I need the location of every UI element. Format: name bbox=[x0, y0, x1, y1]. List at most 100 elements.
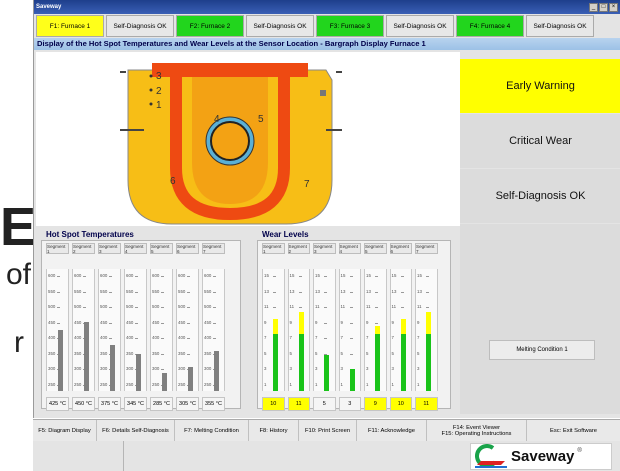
tick-mark bbox=[187, 291, 190, 293]
f14-f15-button[interactable]: F14: Event Viewer F15: Operating Instruc… bbox=[427, 420, 527, 441]
esc-exit-software-button[interactable]: Esc: Exit Software bbox=[527, 420, 620, 441]
scale-tick: 9 bbox=[289, 319, 292, 325]
tick-mark bbox=[135, 322, 138, 324]
tick-mark bbox=[109, 276, 112, 277]
scale-tick: 7 bbox=[340, 335, 343, 340]
segment-header: Segment 3 bbox=[98, 243, 121, 254]
segment-header: Segment 2 bbox=[72, 243, 95, 254]
wear-column-3: Segment 3 15 13 11 9 7 5 3 1 5 bbox=[313, 243, 336, 411]
screen: E of r Saveway _ □ × F1: Furnace 1 Self-… bbox=[0, 0, 620, 471]
furnace-cross-section: 3 2 1 4 5 6 7 bbox=[120, 63, 342, 225]
self-diagnosis-indicator[interactable]: Self-Diagnosis OK bbox=[460, 169, 620, 223]
sensor-label-2: 2 bbox=[156, 86, 162, 97]
maximize-icon[interactable]: □ bbox=[599, 2, 608, 12]
f8-history-button[interactable]: F8: History bbox=[249, 420, 299, 441]
wear-title: Wear Levels bbox=[262, 230, 309, 239]
tick-mark bbox=[213, 307, 216, 308]
scale-tick: 400 bbox=[74, 335, 82, 340]
tick-mark bbox=[213, 338, 216, 339]
segment-value: 375 °C bbox=[98, 397, 121, 411]
scale-tick: 13 bbox=[417, 288, 422, 294]
tick-mark bbox=[349, 322, 353, 324]
scale-tick: 600 bbox=[152, 273, 160, 278]
hot-column-1: Segment 1 600 550 500 450 400 350 300 250 425 °C bbox=[46, 243, 69, 411]
bar-track: 15 13 11 9 7 5 3 1 bbox=[287, 269, 310, 391]
scale-tick: 3 bbox=[366, 366, 369, 371]
segment-header: Segment 3 bbox=[313, 243, 336, 254]
tab-self-diagnosis-1[interactable]: Self-Diagnosis OK bbox=[106, 15, 174, 37]
scale-tick: 550 bbox=[126, 288, 134, 294]
title-bar: Saveway _ □ × bbox=[34, 0, 620, 14]
f11-acknowledge-button[interactable]: F11: Acknowledge bbox=[357, 420, 427, 441]
wear-bar bbox=[273, 333, 279, 391]
wear-column-5: Segment 5 15 13 11 9 7 5 3 1 9 bbox=[364, 243, 387, 411]
f10-print-screen-button[interactable]: F10: Print Screen bbox=[299, 420, 357, 441]
scale-tick: 550 bbox=[74, 288, 82, 294]
scale-tick: 15 bbox=[340, 273, 346, 278]
scale-tick: 350 bbox=[100, 350, 108, 356]
tick-mark bbox=[324, 291, 327, 293]
wear-column-7: Segment 7 15 13 11 9 7 5 3 1 11 bbox=[415, 243, 438, 411]
bar-track: 600 550 500 450 400 350 300 250 bbox=[202, 269, 225, 391]
scale-tick: 11 bbox=[391, 304, 397, 309]
scale-tick: 500 bbox=[204, 304, 212, 309]
bar-track: 600 550 500 450 400 350 300 250 bbox=[124, 269, 147, 391]
wear-warning-bar bbox=[375, 326, 381, 334]
scale-tick: 450 bbox=[100, 319, 108, 325]
tab-furnace-1[interactable]: F1: Furnace 1 bbox=[36, 15, 104, 37]
scale-tick: 1 bbox=[264, 381, 267, 387]
scale-tick: 350 bbox=[204, 350, 212, 356]
tick-mark bbox=[135, 291, 138, 293]
f6-details-self-diagnosis-button[interactable]: F6: Details Self-Diagnosis bbox=[97, 420, 175, 441]
tab-self-diagnosis-4[interactable]: Self-Diagnosis OK bbox=[526, 15, 594, 37]
scale-tick: 450 bbox=[126, 319, 134, 325]
hot-spot-panel: Hot Spot Temperatures Segment 1 600 550 500… bbox=[38, 228, 244, 412]
tick-mark bbox=[324, 276, 327, 277]
scale-tick: 9 bbox=[340, 319, 343, 325]
scale-tick: 550 bbox=[100, 288, 108, 294]
tick-mark bbox=[161, 353, 164, 355]
scale-tick: 550 bbox=[152, 288, 160, 294]
wear-bar bbox=[375, 333, 381, 391]
scale-tick: 350 bbox=[48, 350, 56, 356]
bar-track: 15 13 11 9 7 5 3 1 bbox=[364, 269, 387, 391]
critical-wear-indicator[interactable]: Critical Wear bbox=[460, 114, 620, 168]
wear-bar bbox=[400, 333, 406, 391]
scale-tick: 300 bbox=[178, 366, 186, 371]
tab-furnace-2[interactable]: F2: Furnace 2 bbox=[176, 15, 244, 37]
sensor-label-5: 5 bbox=[258, 114, 264, 125]
f5-diagram-display-button[interactable]: F5: Diagram Display bbox=[33, 420, 97, 441]
scale-tick: 250 bbox=[126, 381, 134, 387]
scale-tick: 450 bbox=[74, 319, 82, 325]
wear-bar bbox=[298, 333, 304, 391]
segment-value: 3 bbox=[338, 397, 361, 411]
tab-self-diagnosis-2[interactable]: Self-Diagnosis OK bbox=[246, 15, 314, 37]
wear-column-6: Segment 6 15 13 11 9 7 5 3 1 10 bbox=[389, 243, 412, 411]
melting-condition-button[interactable]: Melting Condition 1 bbox=[489, 340, 595, 360]
scale-tick: 5 bbox=[391, 350, 394, 356]
scale-tick: 1 bbox=[289, 381, 292, 387]
hot-spot-bargraph: Segment 1 600 550 500 450 400 350 300 250 425 °C S… bbox=[41, 240, 241, 411]
bar-track: 15 13 11 9 7 5 3 1 bbox=[313, 269, 336, 391]
tab-furnace-3[interactable]: F3: Furnace 3 bbox=[316, 15, 384, 37]
tick-mark bbox=[400, 276, 404, 277]
scale-tick: 15 bbox=[264, 273, 269, 278]
sensor-label-4: 4 bbox=[214, 114, 220, 125]
scale-tick: 5 bbox=[264, 350, 267, 356]
tick-mark bbox=[349, 291, 353, 293]
segment-value: 305 °C bbox=[176, 397, 199, 411]
scale-tick: 450 bbox=[178, 319, 186, 325]
bar-track: 15 13 11 9 7 5 3 1 bbox=[262, 269, 285, 391]
tab-self-diagnosis-3[interactable]: Self-Diagnosis OK bbox=[386, 15, 454, 37]
sensor-label-1: 1 bbox=[156, 100, 162, 111]
tick-mark bbox=[135, 307, 138, 308]
early-warning-indicator[interactable]: Early Warning bbox=[460, 59, 620, 113]
scale-tick: 5 bbox=[315, 350, 318, 356]
tab-furnace-4[interactable]: F4: Furnace 4 bbox=[456, 15, 524, 37]
close-icon[interactable]: × bbox=[609, 2, 618, 12]
f7-melting-condition-button[interactable]: F7: Melting Condition bbox=[175, 420, 249, 441]
scale-tick: 13 bbox=[391, 288, 397, 294]
minimize-icon[interactable]: _ bbox=[589, 2, 598, 12]
scale-tick: 550 bbox=[178, 288, 186, 294]
scale-tick: 5 bbox=[340, 350, 343, 356]
